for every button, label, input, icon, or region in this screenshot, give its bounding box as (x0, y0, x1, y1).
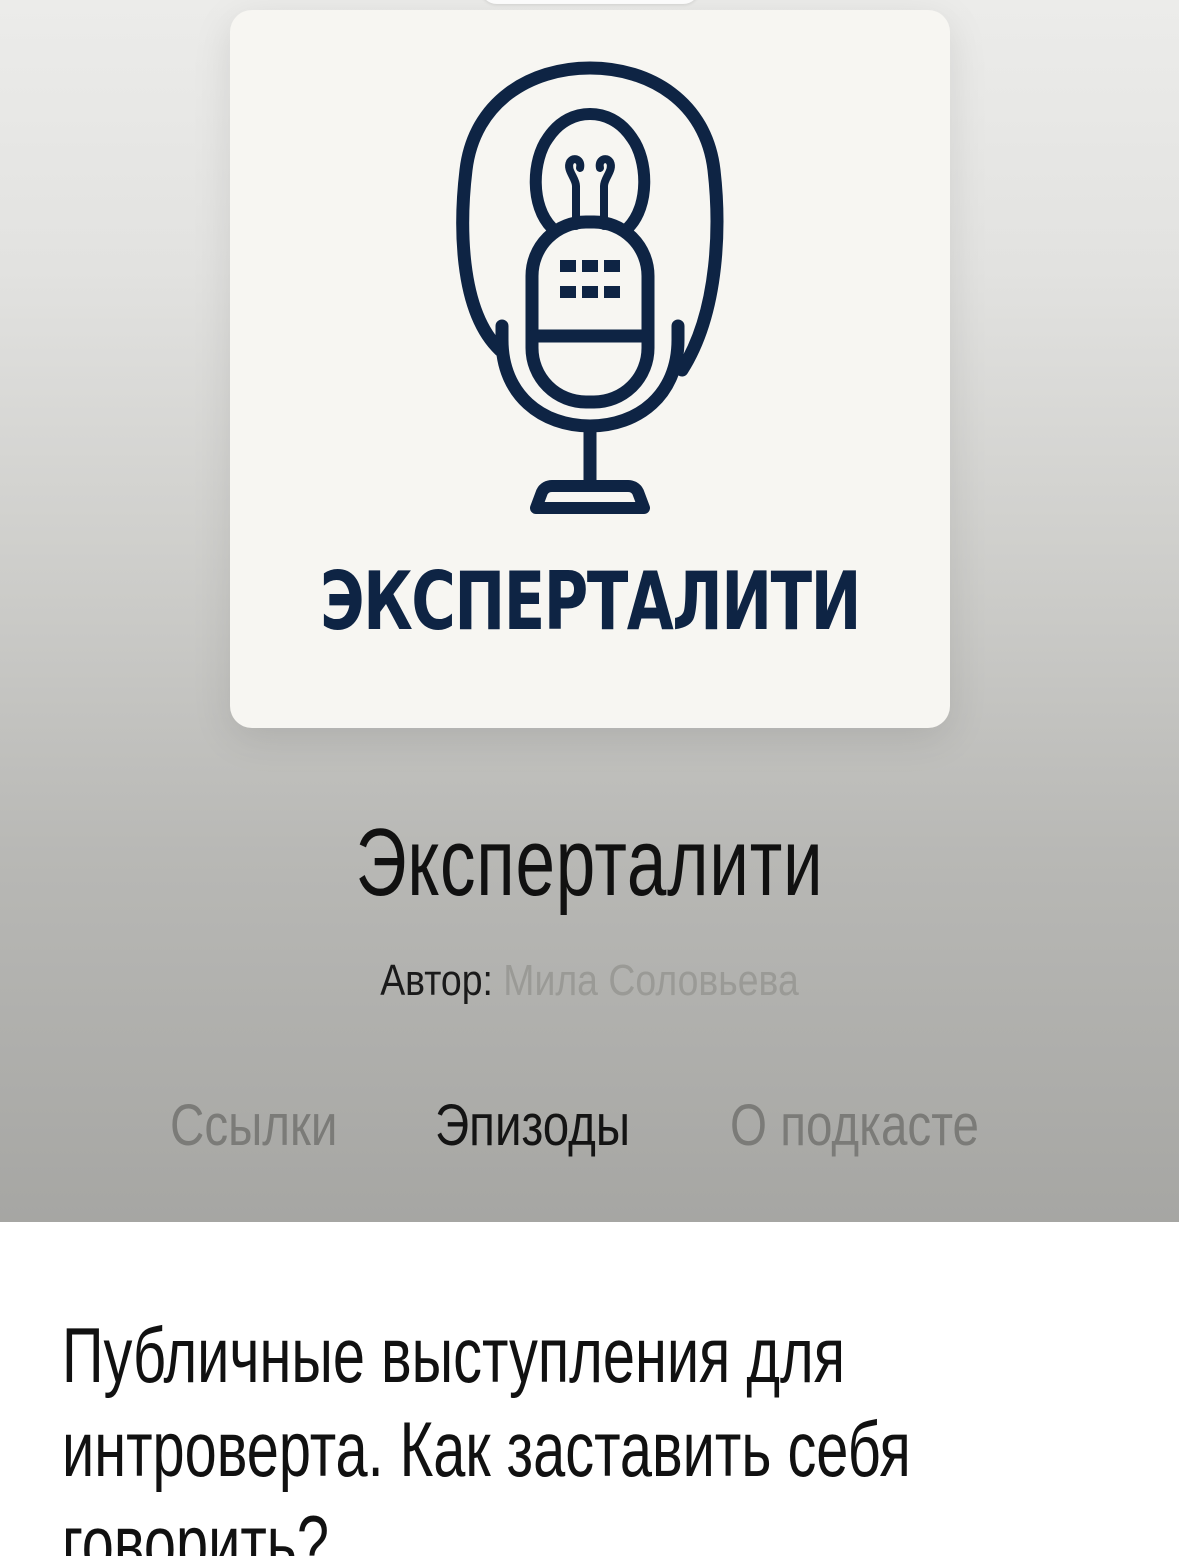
top-handle (480, 0, 700, 4)
author-name-link[interactable]: Мила Соловьева (503, 956, 798, 1005)
episode-title-line: Публичные выступления для (62, 1311, 845, 1399)
podcast-header: ЭКСПЕРТАЛИТИ Эксперталити Автор: Мила Со… (0, 0, 1179, 1222)
episode-title[interactable]: Публичные выступления для интроверта. Ка… (62, 1308, 1024, 1556)
author-line: Автор: Мила Соловьева (88, 956, 1090, 1006)
podcast-cover: ЭКСПЕРТАЛИТИ (230, 10, 950, 728)
podcast-title: Эксперталити (355, 809, 824, 916)
author-label: Автор: (380, 956, 493, 1005)
podcast-page: ЭКСПЕРТАЛИТИ Эксперталити Автор: Мила Со… (0, 0, 1179, 1556)
tab-links[interactable]: Ссылки (170, 1092, 337, 1159)
microphone-lightbulb-icon (456, 61, 724, 514)
cover-wordmark: ЭКСПЕРТАЛИТИ (320, 555, 861, 648)
podcast-tabs: Ссылки Эпизоды О подкасте (0, 1092, 1179, 1162)
tab-about[interactable]: О подкасте (730, 1092, 979, 1159)
tab-episodes[interactable]: Эпизоды (435, 1092, 630, 1159)
episode-title-line: интроверта. Как заставить себя (62, 1405, 911, 1493)
episode-title-line: говорить? (62, 1499, 329, 1556)
